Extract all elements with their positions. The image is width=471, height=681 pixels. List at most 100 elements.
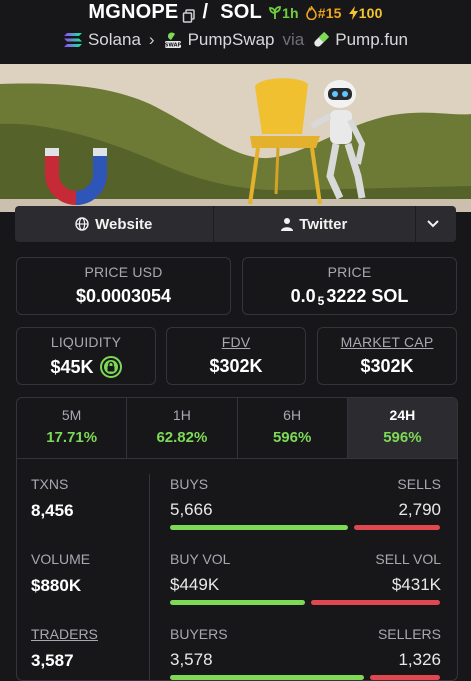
price-usd-label: PRICE USD	[84, 264, 163, 280]
trading-stats-panel: 5M 17.71% 1H 62.82% 6H 596% 24H 596% TXN…	[16, 397, 458, 681]
sellers-value: 1,326	[398, 650, 441, 669]
buys-label: BUYS	[170, 476, 209, 492]
price-native-label: PRICE	[327, 264, 372, 280]
volume-ratio-bar	[170, 600, 440, 605]
buy-vol-value: $449K	[170, 575, 220, 594]
metrics-grid: TXNS 8,456 BUYS 5,666 SELLS 2,790 VOLUME…	[17, 459, 457, 680]
solana-icon	[63, 33, 82, 47]
price-usd-value: $0.0003054	[75, 286, 172, 306]
tab-5m[interactable]: 5M 17.71%	[17, 398, 128, 458]
price-native-zero-count: 5	[317, 293, 325, 308]
tab-label: 5M	[61, 407, 82, 423]
txns-ratio-bar	[170, 525, 440, 530]
buyers-value: 3,578	[170, 650, 213, 669]
buy-vol-label: BUY VOL	[170, 551, 231, 567]
buy-vol-bar	[170, 600, 305, 605]
via-text: via	[282, 30, 305, 49]
seedling-icon	[269, 5, 281, 19]
sellers-label: SELLERS	[377, 626, 441, 642]
quote-symbol: SOL	[220, 1, 262, 23]
sell-vol-bar	[310, 600, 440, 605]
tab-label: 24H	[389, 407, 416, 423]
market-cap-value: $302K	[360, 356, 414, 376]
sells-bar	[353, 525, 440, 530]
volume-label: VOLUME	[31, 551, 91, 567]
sells-value: 2,790	[398, 500, 441, 519]
traders-label[interactable]: TRADERS	[31, 626, 98, 642]
pair-separator: /	[202, 1, 209, 23]
website-button[interactable]: Website	[15, 206, 214, 242]
more-links-button[interactable]	[416, 206, 456, 242]
trending-badge-text: #15	[317, 4, 342, 21]
chain-link[interactable]: Solana	[88, 30, 141, 50]
price-native-prefix: 0.0	[290, 286, 316, 306]
tab-change: 62.82%	[156, 429, 208, 446]
dex-link[interactable]: PumpSwap	[188, 30, 275, 50]
liquidity-value-row: $45K	[50, 356, 122, 378]
lock-icon[interactable]	[99, 356, 122, 378]
price-native-suffix: 3222 SOL	[326, 286, 409, 306]
price-native-value: 0.0 5 3222 SOL	[290, 286, 409, 308]
volume-row: VOLUME $880K BUY VOL $449K SELL VOL $431…	[17, 534, 457, 605]
flame-icon	[305, 5, 317, 20]
txns-value: 8,456	[31, 501, 74, 520]
user-icon	[281, 218, 294, 231]
token-banner-image	[0, 64, 471, 212]
pair-title: MGNOPE / SOL 1h #15 100	[0, 1, 471, 24]
buys-value: 5,666	[170, 500, 213, 519]
sell-vol-value: $431K	[391, 575, 441, 594]
twitter-button[interactable]: Twitter	[214, 206, 417, 242]
tab-change: 17.71%	[46, 429, 98, 446]
trending-badge: #15	[305, 5, 342, 21]
buyers-label: BUYERS	[170, 626, 228, 642]
traders-ratio-bar	[170, 675, 440, 680]
route-breadcrumb: Solana › SWAP PumpSwap via Pump.fun	[0, 30, 471, 50]
market-cap-box[interactable]: MARKET CAP $302K	[317, 327, 457, 385]
pumpswap-icon: SWAP	[164, 32, 181, 49]
market-cap-label: MARKET CAP	[340, 334, 434, 350]
twitter-label: Twitter	[299, 215, 348, 233]
buys-bar	[170, 525, 348, 530]
tab-change: 596%	[383, 429, 422, 446]
tab-1h[interactable]: 1H 62.82%	[127, 398, 238, 458]
chevron-right-icon: ›	[148, 30, 155, 49]
chevron-down-icon	[427, 220, 439, 228]
links-bar: Website Twitter	[15, 206, 456, 242]
sells-label: SELLS	[397, 476, 441, 492]
fdv-value: $302K	[209, 356, 263, 376]
sell-vol-label: SELL VOL	[375, 551, 441, 567]
liquidity-value: $45K	[50, 356, 94, 377]
volume-value: $880K	[31, 576, 82, 595]
lightning-icon	[348, 5, 358, 20]
token-symbol: MGNOPE	[88, 1, 179, 23]
svg-text:SWAP: SWAP	[164, 43, 181, 49]
sellers-bar	[370, 675, 440, 680]
traders-row: TRADERS 3,587 BUYERS 3,578 SELLERS 1,326	[17, 609, 457, 680]
pair-header: MGNOPE / SOL 1h #15 100 Solana › SWAP Pu…	[0, 0, 471, 64]
fdv-label: FDV	[221, 334, 251, 350]
pill-icon	[314, 31, 330, 47]
tab-label: 6H	[283, 407, 302, 423]
age-badge: 1h	[268, 5, 299, 21]
website-label: Website	[95, 215, 153, 233]
boost-badge-text: 100	[358, 4, 383, 21]
liquidity-label: LIQUIDITY	[50, 334, 122, 350]
tab-6h[interactable]: 6H 596%	[238, 398, 348, 458]
fdv-box[interactable]: FDV $302K	[166, 327, 306, 385]
buyers-bar	[170, 675, 365, 680]
txns-row: TXNS 8,456 BUYS 5,666 SELLS 2,790	[17, 459, 457, 530]
price-usd-box: PRICE USD $0.0003054	[16, 257, 231, 315]
globe-icon	[75, 217, 89, 231]
copy-icon[interactable]	[182, 6, 196, 23]
tab-change: 596%	[272, 429, 312, 446]
traders-value: 3,587	[31, 651, 74, 670]
age-badge-text: 1h	[281, 4, 299, 21]
price-native-box: PRICE 0.0 5 3222 SOL	[242, 257, 457, 315]
txns-label: TXNS	[31, 476, 69, 492]
tab-label: 1H	[172, 407, 191, 423]
tab-24h[interactable]: 24H 596%	[347, 398, 457, 458]
launchpad-link[interactable]: Pump.fun	[335, 30, 408, 50]
timeframe-tabs: 5M 17.71% 1H 62.82% 6H 596% 24H 596%	[17, 398, 457, 459]
liquidity-box: LIQUIDITY $45K	[16, 327, 156, 385]
boost-badge: 100	[348, 5, 383, 21]
